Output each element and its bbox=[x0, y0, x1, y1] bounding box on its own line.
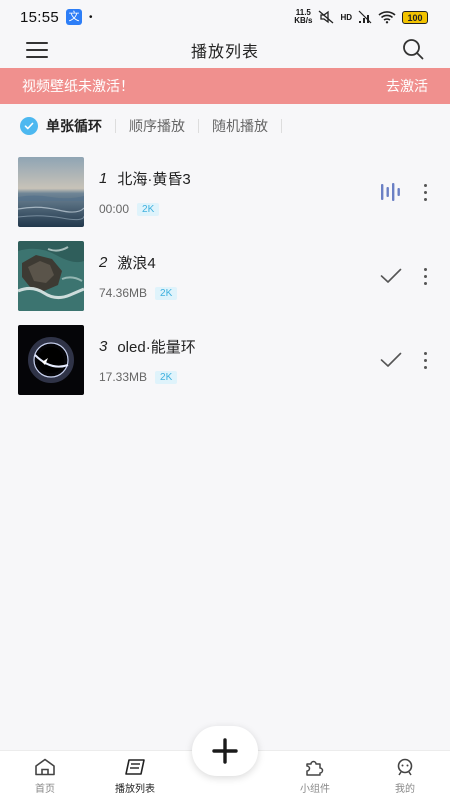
wallpaper-thumbnail bbox=[18, 325, 84, 395]
playlist-item[interactable]: 1 北海·黄昏3 00:00 2K bbox=[0, 150, 450, 234]
add-button[interactable] bbox=[192, 726, 258, 776]
puzzle-icon bbox=[306, 760, 324, 776]
divider bbox=[198, 119, 199, 133]
profile-icon bbox=[397, 758, 413, 776]
mode-label: 单张循环 bbox=[46, 118, 102, 134]
mode-label: 随机播放 bbox=[212, 118, 268, 134]
item-info: 17.33MB bbox=[99, 370, 148, 384]
activation-banner: 视频壁纸未激活！ 去激活 bbox=[0, 68, 450, 104]
signal-off-icon bbox=[358, 10, 372, 24]
item-info: 00:00 bbox=[99, 202, 130, 216]
search-icon[interactable] bbox=[402, 38, 424, 60]
mode-single-loop[interactable]: 单张循环 bbox=[20, 116, 102, 136]
plus-icon bbox=[212, 738, 238, 764]
status-bar: 15:55 文 • 11.5 KB/s HD 100 bbox=[0, 0, 450, 34]
mode-shuffle[interactable]: 随机播放 bbox=[212, 116, 268, 136]
item-index: 3 bbox=[99, 338, 108, 355]
home-icon bbox=[35, 758, 55, 776]
item-title: 激浪4 bbox=[117, 255, 156, 272]
playlist-item[interactable]: 3 oled·能量环 17.33MB 2K bbox=[0, 318, 450, 402]
checkmark-icon bbox=[380, 268, 402, 283]
wallpaper-thumbnail bbox=[18, 157, 84, 227]
banner-message: 视频壁纸未激活！ bbox=[22, 78, 134, 94]
divider bbox=[115, 119, 116, 133]
playlist: 1 北海·黄昏3 00:00 2K 2 激浪4 74.36MB 2K 3 ole… bbox=[0, 150, 450, 402]
activate-button[interactable]: 去激活 bbox=[386, 76, 428, 96]
more-options-icon[interactable] bbox=[424, 267, 428, 285]
playlist-icon bbox=[125, 759, 145, 775]
playlist-item[interactable]: 2 激浪4 74.36MB 2K bbox=[0, 234, 450, 318]
network-speed: 11.5 KB/s bbox=[294, 8, 313, 25]
item-title: 北海·黄昏3 bbox=[117, 171, 191, 188]
play-mode-selector: 单张循环 顺序播放 随机播放 bbox=[0, 106, 450, 146]
nav-label: 我的 bbox=[395, 784, 415, 795]
item-index: 2 bbox=[99, 254, 108, 271]
item-info: 74.36MB bbox=[99, 286, 148, 300]
battery-indicator: 100 bbox=[402, 10, 428, 24]
menu-icon[interactable] bbox=[26, 42, 48, 58]
translate-app-icon: 文 bbox=[66, 9, 83, 25]
quality-badge: 2K bbox=[137, 202, 160, 216]
quality-badge: 2K bbox=[155, 370, 178, 384]
nav-home[interactable]: 首页 bbox=[0, 751, 90, 800]
nav-label: 首页 bbox=[35, 784, 55, 795]
checkmark-icon bbox=[380, 352, 402, 367]
status-time: 15:55 bbox=[20, 8, 60, 26]
hd-indicator: HD bbox=[340, 12, 352, 22]
check-icon bbox=[20, 117, 38, 135]
wifi-icon bbox=[378, 11, 396, 24]
mode-label: 顺序播放 bbox=[129, 118, 185, 134]
page-title: 播放列表 bbox=[190, 44, 259, 61]
nav-label: 播放列表 bbox=[115, 784, 155, 795]
mode-sequential[interactable]: 顺序播放 bbox=[129, 116, 185, 136]
now-playing-icon bbox=[381, 183, 400, 201]
more-options-icon[interactable] bbox=[424, 351, 428, 369]
nav-profile[interactable]: 我的 bbox=[360, 751, 450, 800]
nav-widgets[interactable]: 小组件 bbox=[270, 751, 360, 800]
wallpaper-thumbnail bbox=[18, 241, 84, 311]
top-bar: 播放列表 bbox=[0, 34, 450, 66]
item-index: 1 bbox=[99, 170, 108, 187]
quality-badge: 2K bbox=[155, 286, 178, 300]
nav-playlist[interactable]: 播放列表 bbox=[90, 751, 180, 800]
divider bbox=[281, 119, 282, 133]
nav-label: 小组件 bbox=[300, 784, 330, 795]
notification-dot-icon: • bbox=[89, 11, 93, 23]
more-options-icon[interactable] bbox=[424, 183, 428, 201]
item-title: oled·能量环 bbox=[117, 339, 196, 356]
mute-icon bbox=[319, 10, 334, 24]
